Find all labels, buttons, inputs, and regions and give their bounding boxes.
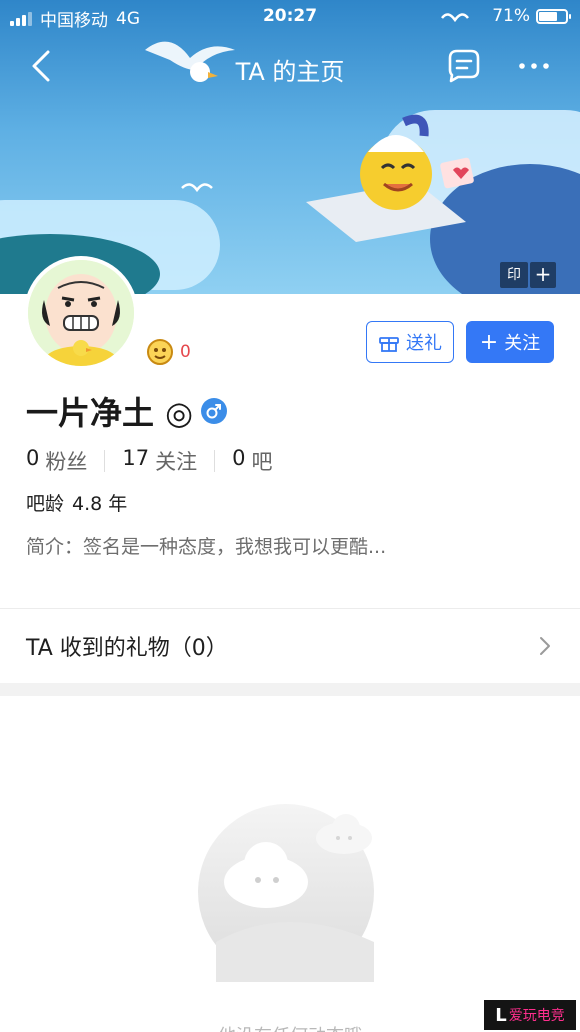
stat-label: 关注: [155, 450, 198, 474]
more-icon: [519, 63, 549, 69]
follow-button[interactable]: + 关注: [466, 321, 554, 363]
received-gifts-row[interactable]: TA 收到的礼物（0）: [0, 609, 580, 683]
nav-bar: TA 的主页: [0, 40, 580, 92]
received-gifts-label: TA 收到的礼物（0）: [26, 636, 228, 661]
seagull-small-illustration: [181, 183, 213, 193]
status-right: 71%: [492, 6, 571, 26]
male-gender-icon: [201, 398, 228, 424]
mascot-illustration: [306, 114, 474, 242]
level-badge[interactable]: 0: [146, 338, 191, 366]
profile-stats: 0 粉丝 17 关注 0 吧: [26, 446, 272, 476]
stat-label: 粉丝: [45, 450, 88, 474]
account-age: 吧龄 4.8 年: [26, 489, 127, 516]
bio-text[interactable]: 简介：签名是一种态度，我想我可以更酷...: [26, 532, 386, 559]
stat-following[interactable]: 17 关注: [122, 446, 197, 476]
chat-icon: [448, 49, 480, 83]
gift-icon: [379, 337, 399, 352]
add-cover-button[interactable]: +: [530, 262, 556, 288]
battery-icon: [536, 8, 571, 24]
section-separator: [0, 683, 580, 696]
more-button[interactable]: [514, 48, 554, 84]
stat-value: 0: [26, 446, 40, 470]
account-age-value: 4.8 年: [72, 493, 128, 515]
watermark-text: 爱玩电竞: [508, 1008, 565, 1024]
stat-value: 17: [122, 446, 150, 470]
chevron-right-icon: [540, 637, 550, 655]
user-name: 一片净土 ◎: [26, 394, 194, 432]
status-bar: 中国移动 4G 20:27 71%: [0, 0, 580, 34]
send-gift-button[interactable]: 送礼: [366, 321, 454, 363]
divider: [214, 450, 216, 472]
user-name-row: 一片净土 ◎: [26, 388, 228, 434]
message-button[interactable]: [446, 48, 482, 84]
send-gift-label: 送礼: [406, 333, 442, 354]
divider: [104, 450, 106, 472]
level-icon: [147, 339, 173, 365]
follow-label: 关注: [504, 333, 541, 354]
stat-fans[interactable]: 0 粉丝: [26, 446, 87, 476]
level-number: 0: [180, 342, 191, 362]
avatar-image: [28, 260, 134, 366]
stamp-button[interactable]: 印: [500, 262, 528, 288]
watermark-logo: L 爱玩电竞: [484, 1000, 576, 1030]
plus-icon: +: [479, 329, 499, 355]
empty-state-illustration: [198, 804, 374, 982]
stat-bars[interactable]: 0 吧: [232, 446, 272, 476]
avatar[interactable]: [24, 256, 138, 370]
stat-label: 吧: [251, 450, 273, 474]
battery-percent: 71%: [492, 6, 530, 26]
watermark-mark: L: [495, 1004, 507, 1026]
account-age-label: 吧龄: [26, 493, 65, 515]
stat-value: 0: [232, 446, 246, 470]
profile-banner: 中国移动 4G 20:27 71% TA 的主页 印 +: [0, 0, 580, 294]
page-title: TA 的主页: [235, 58, 345, 86]
